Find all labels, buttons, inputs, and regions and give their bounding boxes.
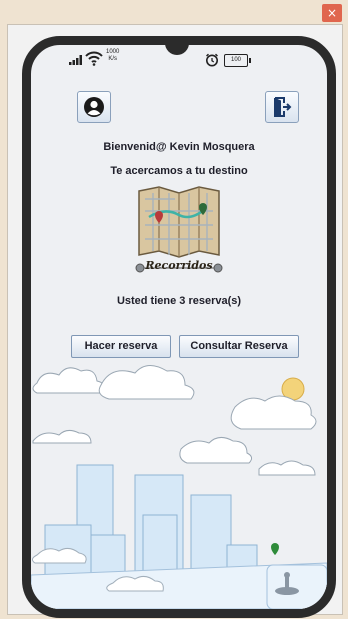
reservation-count: Usted tiene 3 reserva(s): [116, 295, 242, 307]
network-speed-unit: K/s: [108, 56, 118, 62]
tagline: Te acercamos a tu destino: [110, 165, 248, 177]
close-button[interactable]: ×: [322, 4, 342, 22]
city-illustration: [31, 365, 327, 609]
signal-icon: [69, 55, 82, 65]
folded-map-icon: [138, 186, 220, 258]
wifi-icon: [85, 51, 103, 66]
phone-frame: 1000 K/s 100 Bienvenid@ Kevin Mosquera T…: [22, 36, 336, 618]
welcome-message: Bienvenid@ Kevin Mosquera: [103, 141, 255, 153]
alarm-icon: [206, 53, 218, 67]
camera-notch: [165, 45, 189, 55]
app-window: × 1000 K/s 100 Bienvenid@ Kevin Mosquera…: [0, 0, 348, 619]
title-bar: ×: [0, 0, 348, 24]
battery-indicator: 100: [224, 54, 251, 67]
user-circle-icon: [84, 97, 104, 117]
logo-text: Recorridos: [145, 259, 213, 272]
network-speed-value: 1000: [106, 49, 120, 55]
network-speed: 1000 K/s: [106, 49, 119, 63]
status-bar: 1000 K/s 100: [31, 45, 327, 75]
phone-screen: 1000 K/s 100 Bienvenid@ Kevin Mosquera T…: [31, 45, 327, 609]
recorridos-logo: Recorridos: [135, 185, 223, 281]
profile-button[interactable]: [77, 91, 111, 123]
exit-door-icon: [274, 97, 292, 117]
logout-button[interactable]: [265, 91, 299, 123]
